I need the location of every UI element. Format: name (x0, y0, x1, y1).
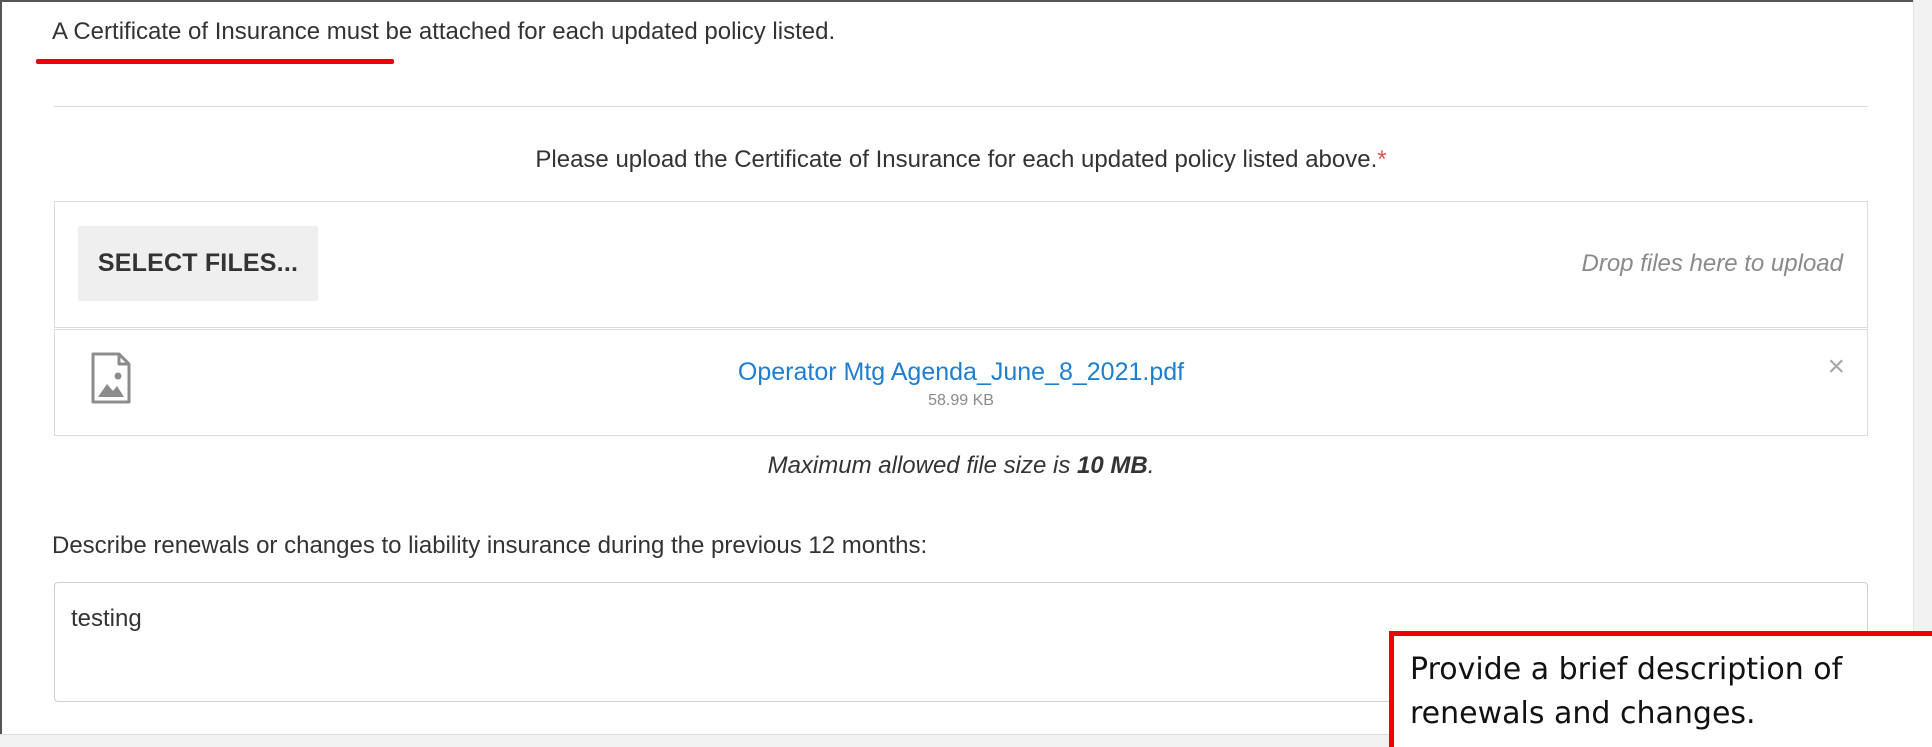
upload-prompt: Please upload the Certificate of Insuran… (54, 146, 1868, 174)
section-divider (54, 106, 1868, 107)
file-dropzone[interactable]: SELECT FILES... Drop files here to uploa… (54, 201, 1868, 328)
max-size-suffix: . (1147, 452, 1155, 479)
uploaded-file-link[interactable]: Operator Mtg Agenda_June_8_2021.pdf (55, 358, 1867, 387)
max-size-prefix: Maximum allowed file size is (767, 452, 1071, 479)
uploaded-file-size: 58.99 KB (928, 392, 994, 409)
max-size-value: 10 MB (1077, 452, 1148, 479)
vertical-scrollbar[interactable] (1913, 0, 1932, 735)
remove-file-icon[interactable]: × (1827, 352, 1845, 382)
select-files-button[interactable]: SELECT FILES... (78, 226, 318, 301)
max-file-size-note: Maximum allowed file size is 10 MB. (54, 452, 1868, 480)
required-marker: * (1377, 146, 1387, 173)
annotation-callout: Provide a brief description of renewals … (1389, 631, 1932, 747)
certificate-notice: A Certificate of Insurance must be attac… (52, 18, 836, 45)
drop-files-hint: Drop files here to upload (1581, 250, 1844, 277)
description-label: Describe renewals or changes to liabilit… (52, 532, 928, 559)
uploaded-file-item: Operator Mtg Agenda_June_8_2021.pdf 58.9… (54, 329, 1868, 436)
upload-prompt-text: Please upload the Certificate of Insuran… (535, 146, 1378, 173)
notice-red-underline (36, 59, 394, 64)
